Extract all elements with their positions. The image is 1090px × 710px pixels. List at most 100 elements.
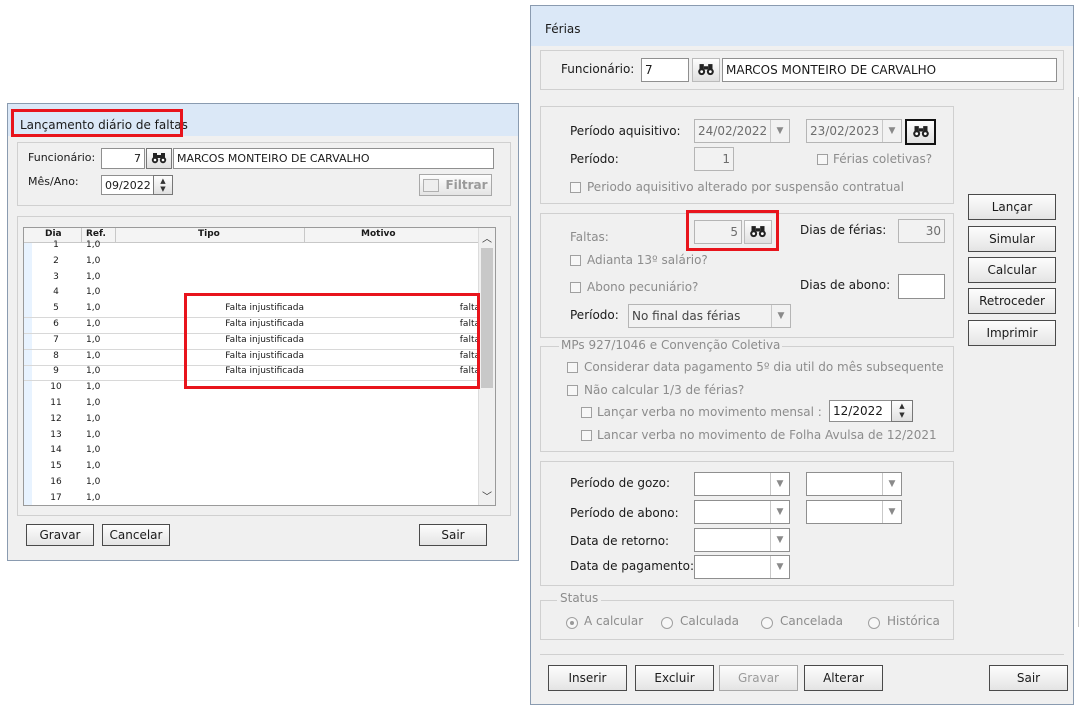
search-funcionario-button[interactable] — [146, 148, 172, 169]
background-window-edge — [1078, 97, 1090, 627]
row-dia-cell: 10 — [50, 382, 62, 393]
chevron-down-icon[interactable]: ▼ — [770, 473, 789, 495]
table-row[interactable]: 15 1,0 — [24, 459, 479, 475]
lancar-verba-avulsa-checkbox[interactable] — [581, 430, 592, 441]
spin-up-icon: ▲ — [899, 402, 905, 410]
search-funcionario-button[interactable] — [692, 58, 720, 82]
lancar-verba-spinner[interactable]: ▲ ▼ — [891, 400, 913, 422]
periodo-gozo-label: Período de gozo: — [570, 476, 671, 490]
lancar-verba-mensal-checkbox[interactable] — [581, 407, 592, 418]
funcionario-label: Funcionário: — [28, 151, 96, 164]
simular-button[interactable]: Simular — [968, 226, 1056, 252]
lancar-verba-mensal-field[interactable]: 12/2022 — [829, 400, 891, 422]
ferias-coletivas-label: Férias coletivas? — [833, 152, 933, 166]
periodo-gozo-fim-combo[interactable]: ▼ — [806, 472, 902, 496]
table-row[interactable]: 5 1,0 Falta injustificada falta — [24, 301, 480, 319]
row-dia-cell: 3 — [53, 271, 59, 282]
row-ref-cell: 1,0 — [86, 413, 101, 424]
gravar-button[interactable]: Gravar — [26, 524, 94, 546]
status-historica-radio[interactable] — [868, 617, 880, 629]
periodo-abono-inicio-combo[interactable]: ▼ — [694, 500, 790, 524]
data-pagamento-combo[interactable]: ▼ — [694, 555, 790, 579]
binoculars-icon — [697, 61, 715, 80]
search-periodo-button[interactable] — [905, 119, 936, 145]
sair-button[interactable]: Sair — [989, 665, 1068, 691]
window-title: Férias — [545, 22, 581, 36]
table-row[interactable]: 4 1,0 — [24, 285, 479, 301]
chevron-down-icon[interactable]: ▼ — [882, 473, 901, 495]
window-title: Lançamento diário de faltas — [20, 118, 188, 132]
dias-abono-field[interactable] — [898, 274, 945, 299]
table-row[interactable]: 12 1,0 — [24, 412, 479, 428]
table-row[interactable]: 2 1,0 — [24, 254, 479, 270]
table-row[interactable]: 7 1,0 Falta injustificada falta — [24, 333, 480, 350]
table-row[interactable]: 3 1,0 — [24, 270, 479, 286]
row-ref-cell: 1,0 — [86, 492, 101, 503]
funcionario-id-field[interactable]: 7 — [101, 148, 145, 169]
table-row[interactable]: 8 1,0 Falta injustificada falta — [24, 349, 480, 366]
chevron-down-icon[interactable]: ▼ — [770, 556, 789, 578]
table-row[interactable]: 16 1,0 — [24, 475, 479, 491]
periodo-abono2-label: Período de abono: — [570, 506, 679, 520]
data-retorno-combo[interactable]: ▼ — [694, 528, 790, 552]
table-row[interactable]: 10 1,0 — [24, 380, 479, 396]
imprimir-button[interactable]: Imprimir — [968, 320, 1056, 346]
table-row[interactable]: 13 1,0 — [24, 428, 479, 444]
table-row[interactable]: 14 1,0 — [24, 443, 479, 459]
table-row[interactable]: 9 1,0 Falta injustificada falta — [24, 364, 480, 382]
binoculars-icon — [749, 223, 767, 242]
lancar-button[interactable]: Lançar — [968, 194, 1056, 220]
inserir-button[interactable]: Inserir — [548, 665, 627, 691]
retroceder-button[interactable]: Retroceder — [968, 288, 1056, 314]
periodo-abono-fim-combo[interactable]: ▼ — [806, 500, 902, 524]
row-ref-cell: 1,0 — [86, 319, 101, 329]
status-calculada-radio[interactable] — [661, 617, 673, 629]
status-a-calcular-radio[interactable] — [566, 617, 578, 629]
periodo-aquisitivo-inicio-value: 24/02/2022 — [698, 124, 768, 138]
adianta-13-checkbox[interactable] — [570, 255, 581, 266]
chevron-down-icon[interactable]: ▼ — [882, 501, 901, 523]
search-faltas-button[interactable] — [744, 220, 772, 244]
considerar-data-checkbox[interactable] — [567, 362, 578, 373]
row-tipo-cell: Falta injustificada — [225, 303, 304, 314]
status-cancelada-radio[interactable] — [761, 617, 773, 629]
funcionario-id-field[interactable]: 7 — [641, 58, 689, 82]
sair-button[interactable]: Sair — [419, 524, 487, 546]
scroll-down-icon[interactable]: ﹀ — [479, 488, 495, 503]
periodo-aquisitivo-label: Período aquisitivo: — [570, 124, 681, 138]
excluir-button[interactable]: Excluir — [635, 665, 714, 691]
mes-ano-spinner[interactable]: ▲ ▼ — [153, 175, 173, 195]
cancelar-button[interactable]: Cancelar — [102, 524, 170, 546]
table-row[interactable]: 1 1,0 — [24, 238, 479, 254]
gravar-button[interactable]: Gravar — [719, 665, 798, 691]
table-row[interactable]: 6 1,0 Falta injustificada falta — [24, 317, 480, 334]
periodo-aquisitivo-inicio-combo[interactable]: 24/02/2022 ▼ — [694, 119, 790, 143]
filtrar-button[interactable]: Filtrar — [419, 174, 492, 196]
chevron-down-icon[interactable]: ▼ — [770, 529, 789, 551]
periodo-abono-combo[interactable]: No final das férias ▼ — [628, 304, 791, 328]
nao-calcular-checkbox[interactable] — [567, 385, 578, 396]
periodo-alterado-checkbox[interactable] — [570, 182, 581, 193]
row-motivo-cell: falta — [459, 366, 480, 377]
periodo-gozo-inicio-combo[interactable]: ▼ — [694, 472, 790, 496]
chevron-down-icon[interactable]: ▼ — [770, 501, 789, 523]
row-ref-cell: 1,0 — [86, 461, 101, 472]
chevron-down-icon[interactable]: ▼ — [770, 120, 789, 142]
alterar-button[interactable]: Alterar — [804, 665, 883, 691]
grid-scrollbar[interactable]: ︿ ﹀ — [478, 228, 495, 505]
row-ref-cell: 1,0 — [86, 477, 101, 487]
chevron-down-icon[interactable]: ▼ — [882, 120, 901, 142]
chevron-down-icon[interactable]: ▼ — [771, 305, 790, 327]
calcular-button[interactable]: Calcular — [968, 257, 1056, 283]
row-ref-cell: 1,0 — [86, 303, 101, 314]
scroll-thumb[interactable] — [481, 248, 493, 388]
scroll-up-icon[interactable]: ︿ — [479, 230, 495, 245]
periodo-aquisitivo-fim-combo[interactable]: 23/02/2023 ▼ — [806, 119, 902, 143]
abono-pecuniario-checkbox[interactable] — [570, 282, 581, 293]
mes-ano-field[interactable]: 09/2022 — [101, 175, 153, 195]
table-row[interactable]: 11 1,0 — [24, 396, 479, 412]
ferias-coletivas-checkbox[interactable] — [817, 154, 828, 165]
table-row[interactable]: 17 1,0 — [24, 491, 479, 505]
spin-up-icon: ▲ — [160, 177, 166, 185]
row-dia-cell: 9 — [53, 366, 59, 377]
